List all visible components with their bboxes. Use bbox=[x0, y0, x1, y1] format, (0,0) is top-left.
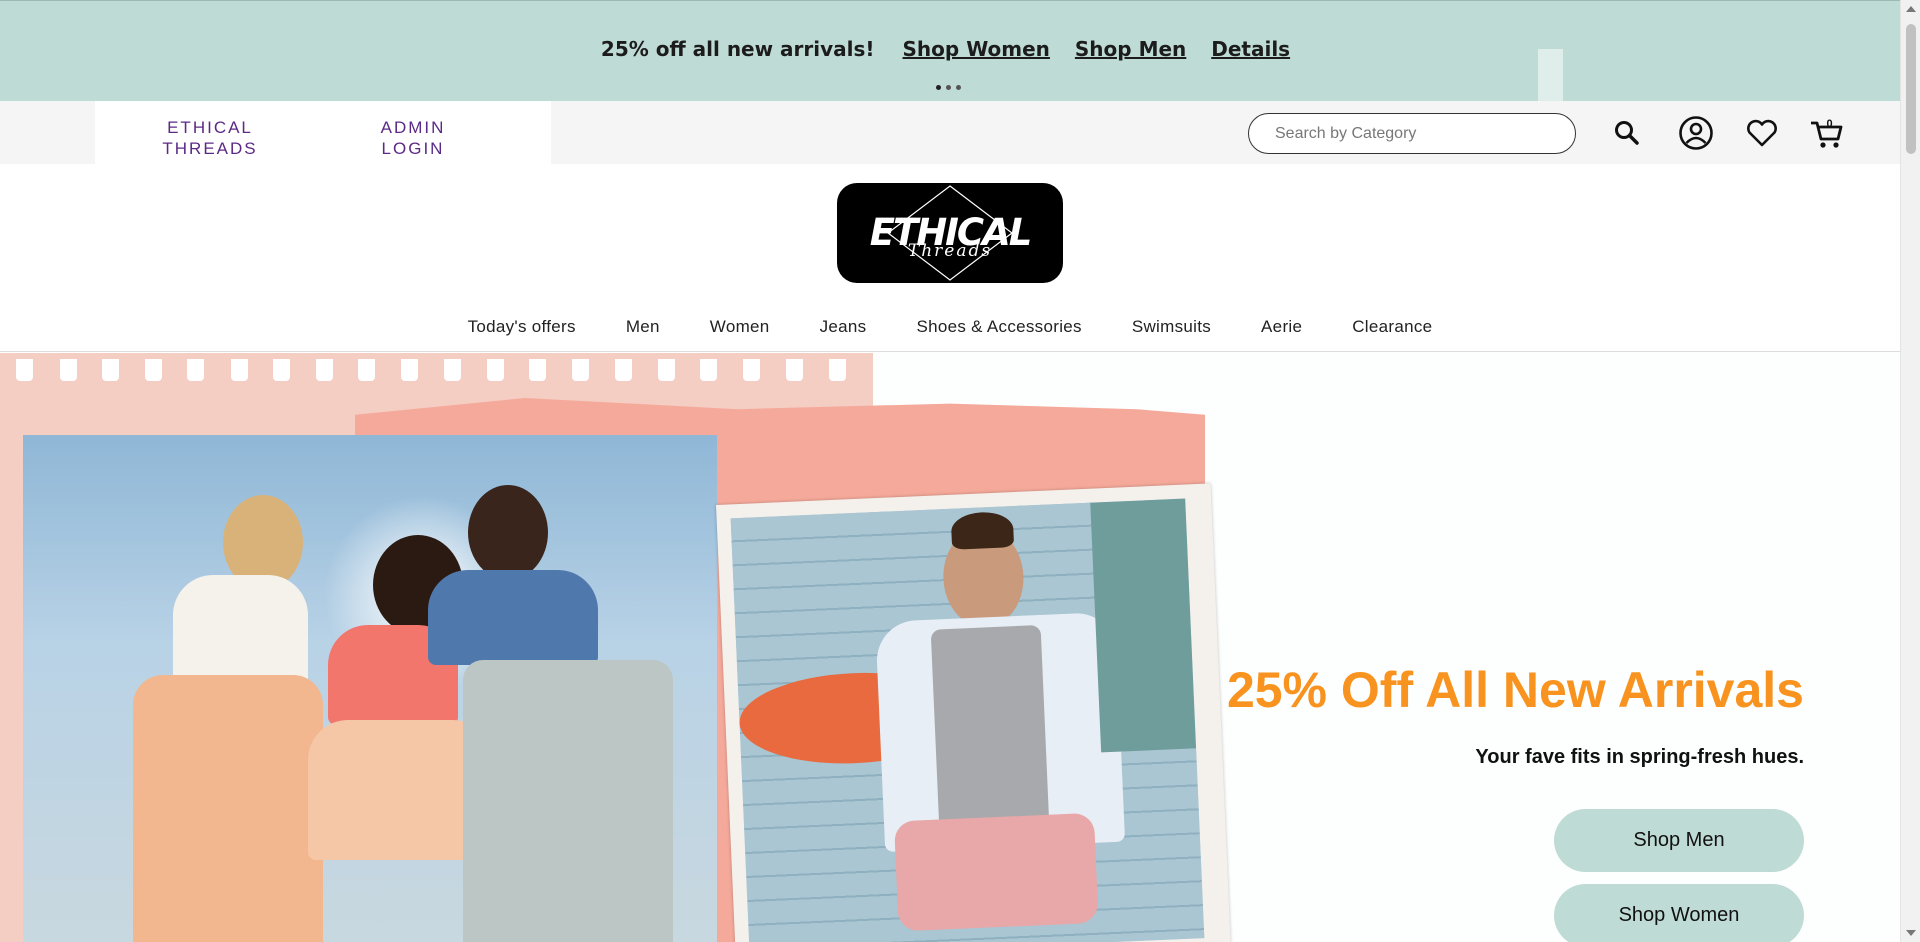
nav-item-todays-offers[interactable]: Today's offers bbox=[468, 314, 576, 351]
promo-banner: 25% off all new arrivals! Shop Women Sho… bbox=[0, 0, 1900, 102]
promo-carousel-dots bbox=[936, 85, 976, 93]
nav-item-clearance[interactable]: Clearance bbox=[1352, 314, 1432, 351]
carousel-dot[interactable] bbox=[956, 85, 961, 90]
hero-section: 25% Off All New Arrivals Your fave fits … bbox=[0, 353, 1900, 942]
cart-icon[interactable]: 0 bbox=[1809, 115, 1845, 151]
wishlist-heart-icon[interactable] bbox=[1744, 115, 1780, 151]
hero-photo-women[interactable] bbox=[23, 435, 717, 942]
nav-item-women[interactable]: Women bbox=[710, 314, 770, 351]
utility-bar: ETHICAL THREADS ADMIN LOGIN Search by Ca… bbox=[0, 101, 1900, 164]
page-scrollbar[interactable] bbox=[1900, 0, 1920, 942]
page: 25% off all new arrivals! Shop Women Sho… bbox=[0, 0, 1920, 942]
hero-photo-men[interactable] bbox=[730, 498, 1205, 942]
search-icon[interactable] bbox=[1609, 115, 1645, 151]
ethical-threads-logo[interactable]: ETHICAL Threads bbox=[837, 183, 1063, 283]
utility-links: ETHICAL THREADS ADMIN LOGIN bbox=[95, 101, 551, 164]
cart-count: 0 bbox=[1826, 118, 1832, 130]
ethical-threads-link-line2: THREADS bbox=[162, 139, 258, 158]
main-nav: Today's offers Men Women Jeans Shoes & A… bbox=[0, 314, 1900, 352]
carousel-dot[interactable] bbox=[946, 85, 951, 90]
admin-login-link-line1: ADMIN bbox=[380, 118, 446, 137]
search-input[interactable] bbox=[1248, 113, 1576, 154]
shop-women-button[interactable]: Shop Women bbox=[1554, 884, 1804, 942]
nav-item-jeans[interactable]: Jeans bbox=[820, 314, 867, 351]
shop-men-button[interactable]: Shop Men bbox=[1554, 809, 1804, 872]
scroll-thumb[interactable] bbox=[1906, 24, 1916, 154]
admin-login-link[interactable]: ADMIN LOGIN bbox=[358, 117, 468, 159]
nav-item-aerie[interactable]: Aerie bbox=[1261, 314, 1302, 351]
carousel-dot[interactable] bbox=[936, 85, 941, 90]
promo-link-details[interactable]: Details bbox=[1211, 37, 1290, 61]
logo-script: Threads bbox=[907, 241, 993, 261]
account-icon[interactable] bbox=[1678, 115, 1714, 151]
scroll-up-arrow[interactable] bbox=[1906, 6, 1916, 12]
scroll-down-arrow[interactable] bbox=[1906, 930, 1916, 936]
hero-torn-edge bbox=[0, 359, 873, 383]
nav-item-shoes-accessories[interactable]: Shoes & Accessories bbox=[916, 314, 1081, 351]
promo-link-shop-men[interactable]: Shop Men bbox=[1075, 37, 1186, 61]
ethical-threads-link-line1: ETHICAL bbox=[167, 118, 253, 137]
nav-item-men[interactable]: Men bbox=[626, 314, 660, 351]
promo-message: 25% off all new arrivals! bbox=[600, 37, 875, 61]
hero-subtitle: Your fave fits in spring-fresh hues. bbox=[1475, 746, 1804, 768]
promo-pause-control[interactable] bbox=[1538, 49, 1563, 102]
promo-row: 25% off all new arrivals! Shop Women Sho… bbox=[0, 37, 1900, 61]
hero-title: 25% Off All New Arrivals bbox=[1226, 662, 1804, 718]
admin-login-link-line2: LOGIN bbox=[381, 139, 445, 158]
promo-link-shop-women[interactable]: Shop Women bbox=[903, 37, 1050, 61]
ethical-threads-link[interactable]: ETHICAL THREADS bbox=[155, 117, 265, 159]
hero-photo-frame bbox=[716, 483, 1231, 942]
nav-item-swimsuits[interactable]: Swimsuits bbox=[1132, 314, 1211, 351]
